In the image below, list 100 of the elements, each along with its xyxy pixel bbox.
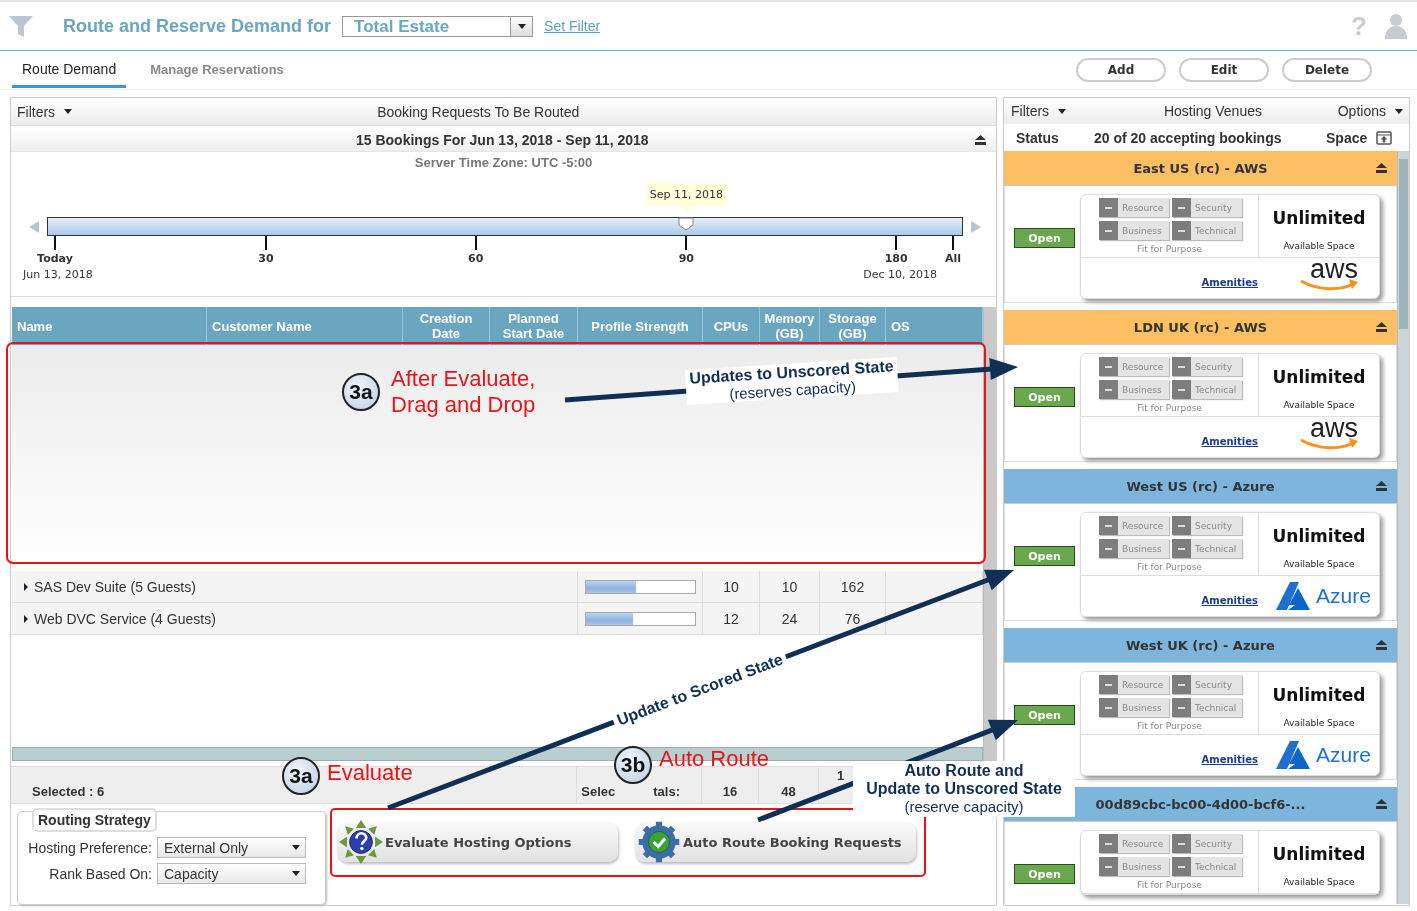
minus-icon	[1172, 857, 1191, 876]
tag-chip[interactable]: Resource	[1099, 834, 1169, 853]
tag-chip[interactable]: Business	[1099, 698, 1169, 717]
action-button[interactable]: Evaluate Hosting Options	[337, 822, 618, 862]
tag-chip[interactable]: Security	[1172, 198, 1242, 217]
venue-header[interactable]: LDN UK (rc) - AWS	[1004, 310, 1397, 345]
tag-chip[interactable]: Technical	[1172, 698, 1242, 717]
action-button[interactable]: Auto Route Booking Requests	[635, 822, 916, 862]
minus-icon	[1099, 857, 1118, 876]
caret-icon	[292, 871, 300, 876]
fit-label: Fit for Purpose	[1136, 721, 1203, 731]
help-icon[interactable]: ?	[1351, 10, 1367, 42]
total-value: 16	[702, 767, 759, 803]
minus-icon	[1172, 357, 1191, 376]
section-title: Routing Strategy	[32, 808, 157, 832]
tick-mark	[895, 236, 898, 250]
status-button[interactable]: Open	[1014, 705, 1075, 725]
tag-chip[interactable]: Technical	[1172, 857, 1242, 876]
tab[interactable]: Manage Reservations	[140, 52, 294, 88]
filter-icon	[8, 13, 34, 39]
amenities-link[interactable]: Amenities	[1201, 754, 1258, 765]
options-menu[interactable]: Options	[1337, 103, 1403, 119]
tag-chip[interactable]: Business	[1099, 380, 1169, 399]
logo-wordmark: aws	[1310, 258, 1358, 280]
caret-icon	[292, 845, 300, 850]
smile-arrow-icon	[1299, 437, 1361, 451]
tag-chip[interactable]: Technical	[1172, 380, 1242, 399]
tag-chip[interactable]: Business	[1099, 539, 1169, 558]
dropdown-field[interactable]: External Only	[157, 837, 306, 858]
minus-icon	[1172, 380, 1191, 399]
tag-chip[interactable]: Security	[1172, 834, 1242, 853]
dropdown-field[interactable]: Capacity	[157, 863, 306, 884]
user-icon	[1385, 13, 1407, 39]
tag-chip[interactable]: Technical	[1172, 539, 1242, 558]
venue-header[interactable]: East US (rc) - AWS	[1004, 151, 1397, 186]
tick-label: 60	[468, 252, 484, 265]
venue-header[interactable]: West US (rc) - Azure	[1004, 469, 1397, 504]
vertical-scrollbar[interactable]	[1397, 151, 1409, 904]
expand-icon[interactable]	[24, 614, 28, 623]
action-button[interactable]: Add	[1076, 58, 1166, 82]
table-row[interactable]: Web DVC Service (4 Guests) 12 24 76	[12, 603, 983, 635]
tag-chip[interactable]: Resource	[1099, 516, 1169, 535]
row-name: Web DVC Service (4 Guests)	[34, 610, 216, 627]
table-row[interactable]: SAS Dev Suite (5 Guests) 10 10 162	[12, 571, 983, 603]
amenities-link[interactable]: Amenities	[1201, 277, 1258, 288]
tab[interactable]: Route Demand	[12, 52, 127, 88]
tag-chip[interactable]: Resource	[1099, 357, 1169, 376]
help-arrows-icon	[339, 820, 383, 864]
panel-title: Booking Requests To Be Routed	[377, 103, 580, 120]
slider-thumb[interactable]	[677, 217, 694, 231]
action-button[interactable]: Edit	[1179, 58, 1269, 82]
bookings-summary: 15 Bookings For Jun 13, 2018 - Sep 11, 2018	[356, 131, 650, 148]
fit-label: Fit for Purpose	[1136, 562, 1203, 572]
venue-header[interactable]: West UK (rc) - Azure	[1004, 628, 1397, 663]
space-label: Available Space	[1283, 559, 1355, 569]
step-note: After Evaluate, Drag and Drop	[391, 366, 536, 418]
fit-label: Fit for Purpose	[1136, 403, 1203, 413]
tag-chip[interactable]: Security	[1172, 357, 1242, 376]
status-button[interactable]: Open	[1014, 864, 1075, 884]
date-tooltip: Sep 11, 2018	[646, 183, 726, 213]
collapse-icon	[975, 134, 986, 145]
tag-chip[interactable]: Security	[1172, 516, 1242, 535]
total-value: 48	[759, 767, 819, 803]
minus-icon	[1172, 834, 1191, 853]
caret-icon	[517, 23, 526, 29]
estate-select[interactable]: Total Estate	[342, 15, 534, 37]
tick-label: 180	[884, 252, 908, 265]
collapse-icon	[1376, 163, 1387, 173]
tag-chip[interactable]: Security	[1172, 675, 1242, 694]
expand-icon[interactable]	[24, 582, 28, 591]
tag-chip[interactable]: Technical	[1172, 221, 1242, 240]
set-filter-link[interactable]: Set Filter	[544, 18, 601, 34]
timeline-slider[interactable]	[47, 217, 963, 236]
filters-menu[interactable]: Filters	[1011, 103, 1067, 119]
field-label: Hosting Preference:	[28, 839, 152, 856]
amenities-link[interactable]: Amenities	[1201, 436, 1258, 447]
step-note: Evaluate	[327, 760, 413, 786]
triangle-logo-icon	[1276, 741, 1310, 769]
status-button[interactable]: Open	[1014, 387, 1075, 407]
tag-chip[interactable]: Business	[1099, 221, 1169, 240]
tag-chip[interactable]: Resource	[1099, 198, 1169, 217]
venue-title: LDN UK (rc) - AWS	[1133, 319, 1268, 335]
date-label: Dec 10, 2018	[863, 268, 937, 281]
tick-mark	[951, 236, 954, 250]
tag-chip[interactable]: Business	[1099, 857, 1169, 876]
callout-tooltip: Auto Route and Update to Unscored State (reserve capacity)	[853, 761, 1075, 817]
filters-menu[interactable]: Filters	[17, 103, 73, 120]
action-button[interactable]: Delete	[1282, 58, 1372, 82]
table-cell: 24	[760, 603, 820, 634]
collapse-icon	[1376, 481, 1387, 491]
status-button[interactable]: Open	[1014, 546, 1075, 566]
column-label: Status	[1016, 129, 1060, 146]
minus-icon	[1172, 539, 1191, 558]
tick-mark	[53, 236, 56, 250]
space-value: Unlimited	[1272, 685, 1366, 705]
tick-mark	[685, 236, 688, 250]
minus-icon	[1099, 198, 1118, 217]
status-button[interactable]: Open	[1014, 228, 1075, 248]
tag-chip[interactable]: Resource	[1099, 675, 1169, 694]
amenities-link[interactable]: Amenities	[1201, 595, 1258, 606]
